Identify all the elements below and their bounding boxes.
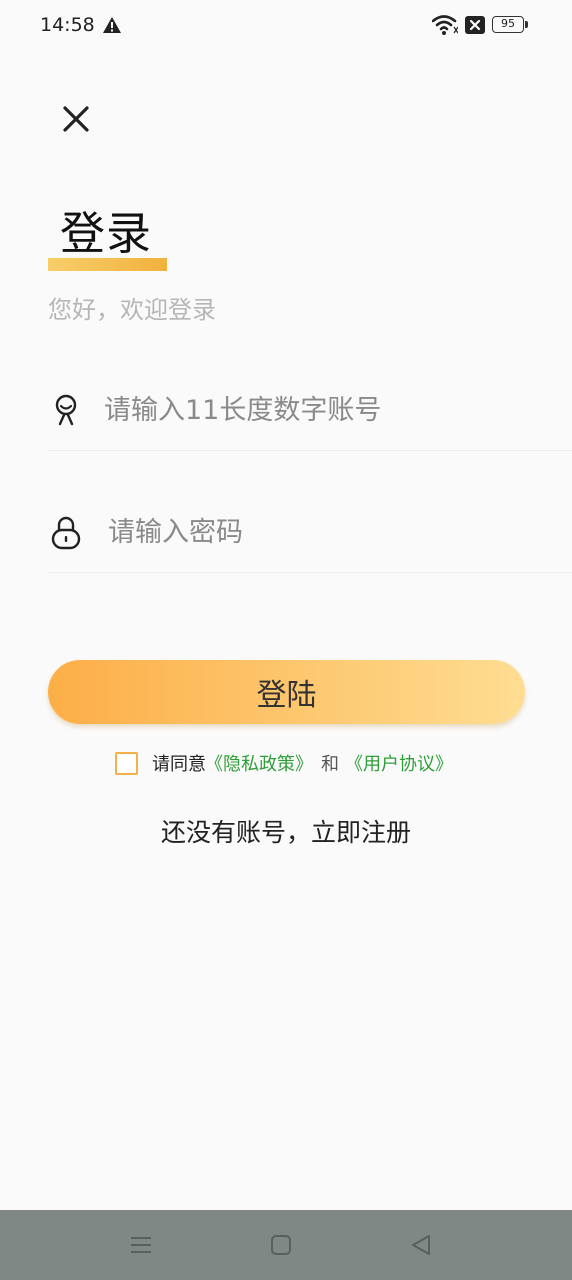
battery-icon: 95 xyxy=(492,16,528,33)
nav-back-button[interactable] xyxy=(406,1230,436,1260)
battery-level: 95 xyxy=(501,17,515,30)
register-link[interactable]: 还没有账号，立即注册 xyxy=(0,814,572,852)
privacy-policy-link[interactable]: 《隐私政策》 xyxy=(205,753,313,777)
nav-home-button[interactable] xyxy=(266,1230,296,1260)
account-field-row xyxy=(48,378,572,451)
page-title: 登录 xyxy=(60,207,153,260)
lock-icon xyxy=(51,516,81,550)
subtitle: 您好，欢迎登录 xyxy=(48,296,216,324)
account-input[interactable] xyxy=(104,386,534,434)
sim-icon xyxy=(465,16,485,34)
status-time: 14:58 xyxy=(40,14,95,36)
system-nav-bar xyxy=(0,1210,572,1280)
password-input[interactable] xyxy=(108,508,538,556)
warning-icon xyxy=(103,17,121,33)
back-icon xyxy=(412,1235,430,1255)
menu-icon xyxy=(131,1237,151,1253)
agreement-row: 请同意 《隐私政策》 和 《用户协议》 xyxy=(115,752,515,780)
title-block: 登录 xyxy=(48,200,208,280)
close-icon xyxy=(63,106,89,132)
agreement-checkbox[interactable] xyxy=(115,752,138,775)
home-icon xyxy=(271,1235,291,1255)
user-agreement-link[interactable]: 《用户协议》 xyxy=(345,753,453,777)
login-button[interactable]: 登陆 xyxy=(48,660,525,724)
status-bar: 14:58 95 xyxy=(0,0,572,52)
close-button[interactable] xyxy=(56,96,96,140)
user-icon xyxy=(55,394,77,426)
wifi-icon xyxy=(432,15,458,35)
password-field-row xyxy=(48,500,572,573)
nav-menu-button[interactable] xyxy=(126,1230,156,1260)
agreement-prefix: 请同意 xyxy=(152,754,206,775)
agreement-and-text: 和 xyxy=(321,754,339,775)
